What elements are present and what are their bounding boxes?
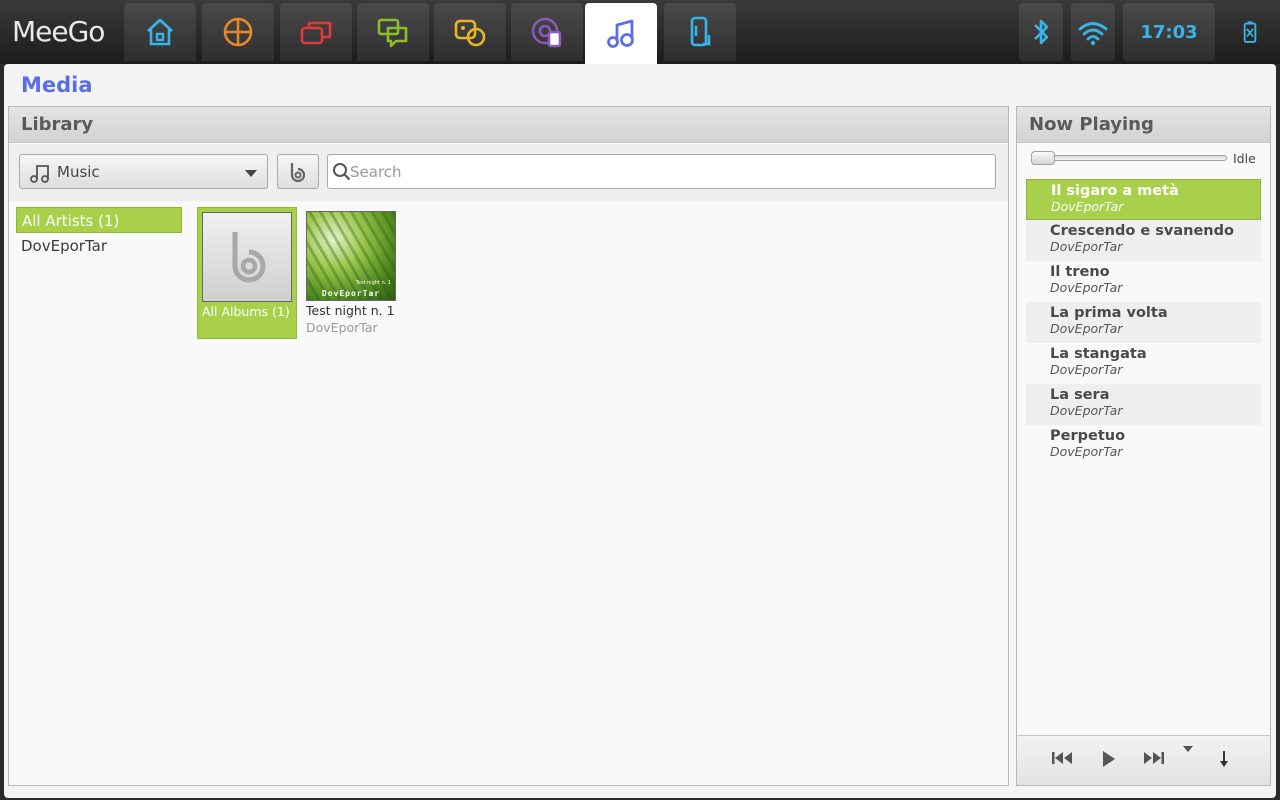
track-artist: DovEporTar — [1050, 403, 1123, 418]
tab-devices[interactable] — [664, 3, 736, 61]
seek-slider-handle[interactable] — [1031, 151, 1055, 165]
web-icon — [531, 17, 562, 48]
album-item[interactable]: Test night n. 1 DovEporTar Test night n.… — [302, 207, 402, 339]
search-box[interactable] — [327, 154, 996, 189]
chevron-down-icon — [245, 170, 257, 177]
play-button[interactable] — [1101, 750, 1117, 768]
track-artist: DovEporTar — [1050, 362, 1123, 377]
playback-controls — [1017, 735, 1270, 785]
track-artist: DovEporTar — [1050, 321, 1123, 336]
album-title: Test night n. 1 — [306, 303, 395, 318]
playback-status: Idle — [1233, 151, 1256, 166]
media-app-window: Media Library Music All Artists (1) DovE… — [4, 64, 1276, 798]
search-input[interactable] — [350, 157, 990, 186]
track-artist: DovEporTar — [1050, 280, 1123, 295]
library-toolbar: Music — [9, 144, 1008, 201]
track-title: La sera — [1050, 387, 1110, 403]
tab-home[interactable] — [124, 3, 196, 61]
battery-icon — [1243, 21, 1257, 43]
volume-button[interactable] — [1218, 750, 1230, 768]
playlist-item[interactable]: Il treno DovEporTar — [1026, 261, 1261, 302]
tab-apps[interactable] — [202, 3, 274, 61]
now-playing-header: Now Playing — [1017, 107, 1270, 143]
people-icon — [454, 19, 486, 47]
playlist-item[interactable]: La sera DovEporTar — [1026, 384, 1261, 425]
playlist: Il sigaro a metà DovEporTar Crescendo e … — [1026, 179, 1261, 466]
track-artist: DovEporTar — [1051, 199, 1124, 214]
wifi-status[interactable] — [1071, 3, 1115, 61]
home-icon — [147, 18, 173, 46]
meego-logo[interactable]: MeeGo — [0, 0, 120, 64]
track-title: Il sigaro a metà — [1051, 183, 1179, 199]
chevron-down-icon — [1183, 746, 1193, 752]
artist-item[interactable]: DovEporTar — [16, 233, 182, 259]
album-cover: Test night n. 1 DovEporTar — [306, 211, 396, 301]
clock[interactable]: 17:03 — [1123, 3, 1215, 61]
track-artist: DovEporTar — [1050, 239, 1123, 254]
track-title: Perpetuo — [1050, 428, 1126, 444]
apps-grid-icon — [223, 17, 253, 47]
bluetooth-status[interactable] — [1019, 3, 1063, 61]
album-title: All Albums (1) — [202, 304, 290, 319]
library-panel: Library Music All Artists (1) DovEporTar — [8, 106, 1009, 786]
next-button[interactable] — [1143, 750, 1165, 766]
repeat-menu-button[interactable] — [1182, 744, 1194, 754]
clock-time: 17:03 — [1140, 21, 1198, 43]
tab-messaging[interactable] — [357, 3, 429, 61]
banshee-button[interactable] — [277, 154, 319, 189]
track-title: Crescendo e svanendo — [1050, 223, 1234, 239]
top-bar: MeeGo 17:03 — [0, 0, 1280, 64]
track-title: La stangata — [1050, 346, 1147, 362]
battery-status[interactable] — [1225, 3, 1275, 61]
artist-item-all[interactable]: All Artists (1) — [16, 207, 182, 233]
wifi-icon — [1078, 22, 1108, 46]
track-artist: DovEporTar — [1050, 444, 1123, 459]
volume-icon — [1220, 751, 1228, 767]
tab-media[interactable] — [585, 3, 657, 64]
library-header: Library — [9, 107, 1008, 143]
playlist-item-current[interactable]: Il sigaro a metà DovEporTar — [1026, 179, 1261, 220]
app-title: Media — [21, 73, 93, 97]
album-artist: DovEporTar — [306, 320, 378, 335]
skip-previous-icon — [1052, 752, 1072, 764]
tab-web[interactable] — [511, 3, 583, 61]
artist-list: All Artists (1) DovEporTar — [16, 207, 182, 259]
media-type-label: Music — [57, 163, 100, 181]
music-note-icon — [30, 165, 49, 183]
previous-button[interactable] — [1051, 750, 1073, 766]
tab-people[interactable] — [434, 3, 506, 61]
banshee-icon — [232, 232, 266, 283]
seek-slider[interactable] — [1031, 151, 1227, 165]
skip-next-icon — [1144, 752, 1164, 764]
cover-subtext: Test night n. 1 — [355, 280, 391, 286]
playlist-item[interactable]: La prima volta DovEporTar — [1026, 302, 1261, 343]
search-icon — [333, 163, 351, 181]
chat-icon — [377, 18, 408, 48]
media-type-dropdown[interactable]: Music — [19, 154, 268, 189]
bluetooth-icon — [1034, 19, 1049, 45]
playlist-item[interactable]: La stangata DovEporTar — [1026, 343, 1261, 384]
album-cover — [202, 212, 292, 302]
banshee-icon — [290, 162, 306, 182]
cover-text: DovEporTar — [321, 289, 381, 298]
playlist-item[interactable]: Perpetuo DovEporTar — [1026, 425, 1261, 466]
music-note-icon — [607, 19, 634, 48]
windows-icon — [300, 21, 332, 45]
track-title: Il treno — [1050, 264, 1110, 280]
track-title: La prima volta — [1050, 305, 1168, 321]
now-playing-panel: Now Playing Idle Il sigaro a metà DovEpo… — [1016, 106, 1271, 786]
play-icon — [1103, 751, 1115, 767]
playlist-item[interactable]: Crescendo e svanendo DovEporTar — [1026, 220, 1261, 261]
album-item-all[interactable]: All Albums (1) — [197, 207, 297, 339]
device-icon — [690, 16, 711, 47]
tab-windows[interactable] — [280, 3, 352, 61]
